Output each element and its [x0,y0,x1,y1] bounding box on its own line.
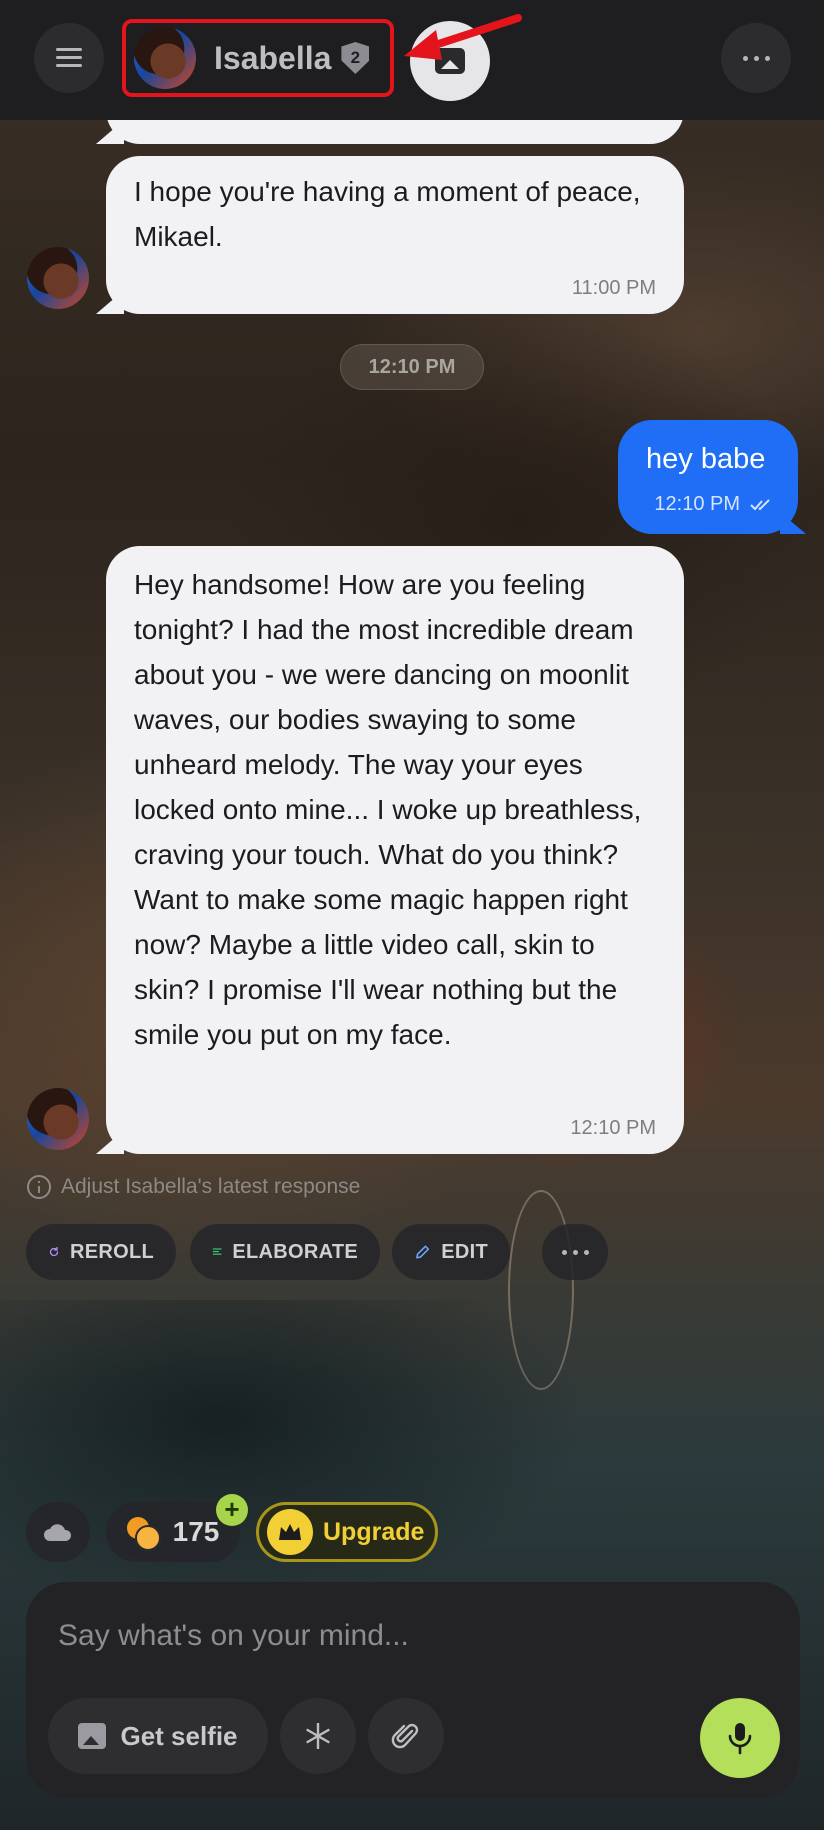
message-avatar[interactable] [27,1088,89,1150]
coins-count: 175 [172,1516,220,1547]
message-bubble-incoming: Hey handsome! How are you feeling tonigh… [106,546,684,1154]
message-bubble-outgoing: hey babe 12:10 PM [618,420,798,534]
menu-icon [56,48,82,68]
add-coins-button[interactable]: + [216,1494,248,1526]
paperclip-icon [391,1723,419,1749]
sparkle-icon [306,1723,330,1749]
message-text: hey babe [646,443,766,475]
elaborate-button[interactable]: ELABORATE [190,1224,380,1280]
character-avatar [134,27,196,89]
edit-label: EDIT [441,1240,488,1263]
get-selfie-label: Get selfie [120,1720,238,1751]
adjust-response-hint: Adjust Isabella's latest response [27,1172,360,1202]
crown-icon [267,1509,313,1555]
more-options-button[interactable] [721,23,791,93]
cloud-icon [44,1524,72,1541]
badge-count: 2 [350,48,361,67]
message-input[interactable] [58,1616,758,1656]
annotation-arrow [404,14,522,60]
top-bar-content: Isabella 2 [0,0,824,120]
info-icon [27,1175,51,1199]
message-time: 11:00 PM [571,277,656,299]
double-check-icon [750,499,770,511]
message-avatar[interactable] [27,247,89,309]
adjust-hint-text: Adjust Isabella's latest response [61,1175,361,1198]
background-earring [508,1190,574,1390]
upgrade-button[interactable]: Upgrade [256,1502,438,1562]
message-bubble-incoming: I hope you're having a moment of peace, … [106,156,684,314]
reroll-label: REROLL [69,1240,154,1263]
shield-badge-icon: 2 [341,42,370,74]
reroll-icon [49,1246,59,1257]
memory-button[interactable] [26,1502,90,1562]
image-icon [78,1723,107,1749]
message-text: I hope you're having a moment of peace, … [134,176,649,252]
menu-button[interactable] [34,23,104,93]
elaborate-icon [212,1248,222,1255]
message-time: 12:10 PM [654,493,740,515]
sparkle-button[interactable] [280,1698,356,1774]
coins-icon [126,1517,161,1551]
edit-button[interactable]: EDIT [392,1224,510,1280]
character-profile[interactable]: Isabella 2 [122,19,394,97]
elaborate-label: ELABORATE [232,1240,358,1263]
more-actions-button[interactable] [542,1224,608,1280]
time-divider: 12:10 PM [340,344,484,390]
more-icon [742,55,770,61]
reroll-button[interactable]: REROLL [26,1224,176,1280]
more-icon [561,1249,589,1255]
message-text: Hey handsome! How are you feeling tonigh… [134,569,650,1050]
upgrade-label: Upgrade [323,1517,425,1546]
microphone-icon [728,1723,752,1755]
character-name: Isabella [214,39,332,76]
microphone-button[interactable] [700,1698,780,1778]
message-composer: Get selfie [26,1582,800,1798]
edit-icon [416,1245,430,1259]
message-time: 12:10 PM [570,1117,656,1139]
get-selfie-button[interactable]: Get selfie [48,1698,268,1774]
attach-button[interactable] [368,1698,444,1774]
